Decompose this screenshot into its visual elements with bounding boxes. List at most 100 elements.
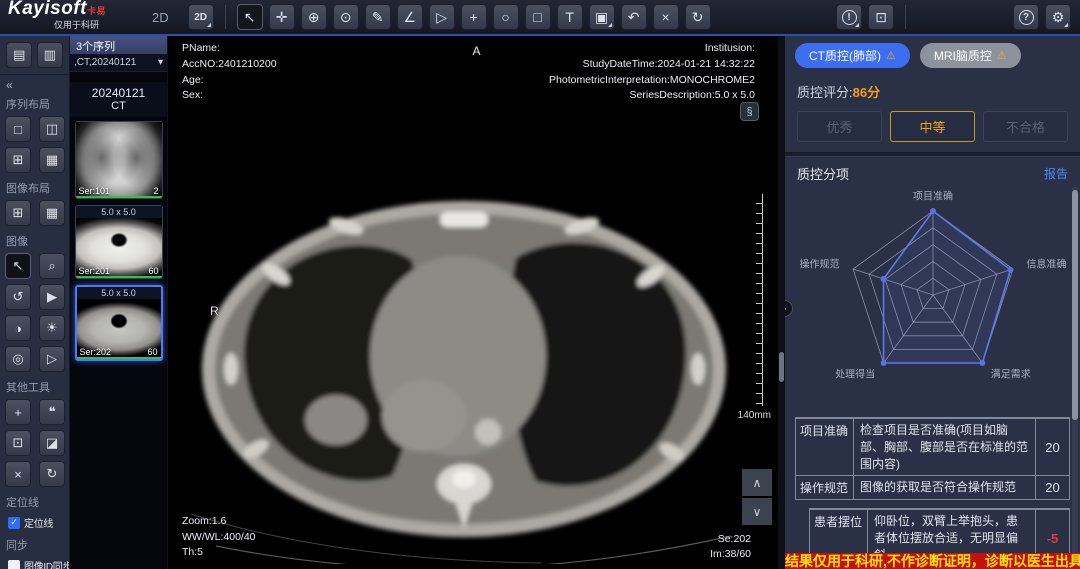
pan-tool[interactable]: ✛	[269, 4, 295, 30]
thumbnail-loaded-bar	[76, 196, 162, 198]
image-layout-2x2[interactable]: ⊞	[5, 200, 31, 226]
qc-tabs: CT质控(肺部) ⚠ MRI脑质控 ⚠	[785, 36, 1080, 74]
thumbnail-image-count: 2	[153, 186, 158, 196]
table-row: 操作规范 图像的获取是否符合操作规范 20	[796, 475, 1069, 499]
grade-excellent[interactable]: 优秀	[797, 111, 882, 142]
comment-tool[interactable]: ❝	[39, 399, 65, 425]
settings-gear-button[interactable]: ⚙	[1045, 4, 1071, 30]
thumbnail-list: Ser:101 2 5.0 x 5.0 Ser:201 60	[70, 121, 167, 361]
locator-line-checkbox[interactable]: ✓ 定位线	[0, 512, 69, 533]
series-thumbnail[interactable]: 5.0 x 5.0 Ser:201 60	[75, 205, 163, 279]
invert-contrast-tool[interactable]: ◑	[5, 315, 31, 341]
tool-sidebar: ▤ ▥ « 序列布局 □◫⊞▦ 图像布局 ⊞▦ 图像 ↖⌕↺▶◑☀◎▷ 其他工具…	[0, 36, 70, 569]
cine-flag-tool[interactable]: ▶	[39, 284, 65, 310]
reset-tool[interactable]: ↻	[685, 4, 711, 30]
age: Age:	[182, 73, 277, 89]
research-disclaimer-banner: 结果仅用于科研,不作诊断证明，诊断以医生出具的诊断	[785, 553, 1080, 569]
series-layout-1x1[interactable]: □	[5, 116, 31, 142]
ellipse-roi-tool[interactable]: ○	[493, 4, 519, 30]
link-series-button[interactable]: §	[740, 102, 759, 121]
rect-roi-tool[interactable]: □	[525, 4, 551, 30]
cursor-tool-side[interactable]: ↖	[5, 253, 31, 279]
grade-fail[interactable]: 不合格	[983, 111, 1068, 142]
series-group-date: 20240121	[70, 86, 167, 100]
orientation-marker-right: R	[210, 304, 219, 318]
window-width-level: WW/WL:400/40	[182, 530, 256, 546]
series-description: SeriesDescription:5.0 x 5.0	[549, 88, 755, 104]
eraser-tool[interactable]: ◪	[39, 430, 65, 456]
series-thumbnail[interactable]: 5.0 x 5.0 Ser:202 60	[75, 285, 163, 361]
previous-slice-button[interactable]: ∧	[742, 469, 772, 496]
image-id-sync-checkbox[interactable]: ✓ 图像ID同步	[0, 555, 69, 569]
probe-tool[interactable]: ▷	[429, 4, 455, 30]
image-layout-3x3[interactable]: ▦	[39, 200, 65, 226]
mode-2d-button[interactable]: 2D	[188, 4, 214, 30]
crosshair-tool[interactable]: +	[461, 4, 487, 30]
delete-tool-side[interactable]: ×	[5, 461, 31, 487]
institution: Institusion:	[549, 41, 755, 57]
series-count-header: 3个序列	[70, 36, 167, 54]
angle-tool[interactable]: ∠	[397, 4, 423, 30]
panel-scrollbar-thumb[interactable]	[1072, 190, 1078, 420]
thumbnail-image-count: 60	[148, 266, 158, 276]
detail-search-tool[interactable]: ⊡	[5, 430, 31, 456]
file-tools: ! ⊡	[833, 4, 897, 30]
mode-2d-icon: 2D	[194, 12, 207, 23]
qc-item-label: 操作规范	[796, 476, 854, 499]
series-layout-3x3[interactable]: ▦	[39, 147, 65, 173]
accno: AccNO:2401210200	[182, 57, 277, 73]
pacs-app: Kayisoft卡易 仅用于科研 2D 2D ↖ ✛ ⊕ ⊙ ✎ ∠ ▷ +	[0, 0, 1080, 569]
add-tool[interactable]: +	[5, 399, 31, 425]
series-layout-button[interactable]: ▤	[6, 42, 32, 68]
series-thumbnail[interactable]: Ser:101 2	[75, 121, 163, 199]
scale-ruler	[756, 194, 763, 406]
brightness-tool[interactable]: ☀	[39, 315, 65, 341]
info-button[interactable]: !	[836, 4, 862, 30]
qc-score-label: 质控评分:	[797, 85, 853, 100]
magnifier-tool[interactable]: ⌕	[39, 253, 65, 279]
grade-medium[interactable]: 中等	[890, 111, 975, 142]
save-button[interactable]: ⊡	[868, 4, 894, 30]
undo-tool[interactable]: ↶	[621, 4, 647, 30]
image-number: Im:38/60	[710, 547, 751, 563]
report-clipboard-button[interactable]: ▥	[37, 42, 63, 68]
warning-icon: ⚠	[886, 49, 896, 62]
reset-tool-side[interactable]: ↻	[39, 461, 65, 487]
tab-mri-qc[interactable]: MRI脑质控 ⚠	[920, 43, 1021, 68]
sidebar-collapse-button[interactable]: «	[0, 75, 69, 92]
delete-annotation-tool[interactable]: ×	[653, 4, 679, 30]
panel-scrollbar[interactable]	[1072, 186, 1078, 569]
text-annotation-tool[interactable]: T	[557, 4, 583, 30]
svg-text:满足需求: 满足需求	[990, 369, 1030, 381]
thumbnail-loaded-bar	[77, 357, 161, 359]
next-slice-button[interactable]: ∨	[742, 498, 772, 525]
series-layout-2x2[interactable]: ⊞	[5, 147, 31, 173]
brand-name: Kayisoft卡易	[8, 0, 106, 19]
series-layout-1x2[interactable]: ◫	[39, 116, 65, 142]
grade-buttons: 优秀 中等 不合格	[797, 111, 1068, 142]
slice-scrollbar-thumb[interactable]	[779, 352, 784, 382]
ct-viewport[interactable]: PName: AccNO:2401210200 Age: Sex: Instit…	[168, 36, 785, 569]
window-preset-tool[interactable]: ▣	[589, 4, 615, 30]
measure-line-tool[interactable]: ✎	[365, 4, 391, 30]
series-group-modality: CT	[70, 100, 167, 112]
qc-item-desc: 检查项目是否准确(项目如脑部、胸部、腹部是否在标准的范围内容)	[854, 419, 1035, 475]
series-group-label: 20240121 CT	[70, 82, 167, 117]
tab-ct-qc[interactable]: CT质控(肺部) ⚠	[795, 43, 910, 68]
thumbnail-footer: Ser:101 2	[76, 186, 162, 196]
zoom-in-tool[interactable]: ⊕	[301, 4, 327, 30]
brand-cn: 卡易	[87, 6, 106, 16]
checkbox-icon: ✓	[8, 560, 20, 569]
play-cine-tool[interactable]: ▷	[39, 346, 65, 372]
series-dropdown[interactable]: ,CT,20240121 ▾	[70, 54, 167, 72]
slice-scrollbar[interactable]	[778, 36, 785, 569]
help-button[interactable]: ?	[1013, 4, 1039, 30]
target-tool[interactable]: ⊙	[333, 4, 359, 30]
rotate-flip-tool[interactable]: ↺	[5, 284, 31, 310]
cursor-tool[interactable]: ↖	[237, 4, 263, 30]
patient-info-overlay: PName: AccNO:2401210200 Age: Sex:	[182, 41, 277, 104]
svg-text:信息准确: 信息准确	[1026, 258, 1066, 271]
report-link[interactable]: 报告	[1044, 165, 1068, 182]
localizer-tool[interactable]: ◎	[5, 346, 31, 372]
checkbox-icon: ✓	[8, 517, 20, 529]
